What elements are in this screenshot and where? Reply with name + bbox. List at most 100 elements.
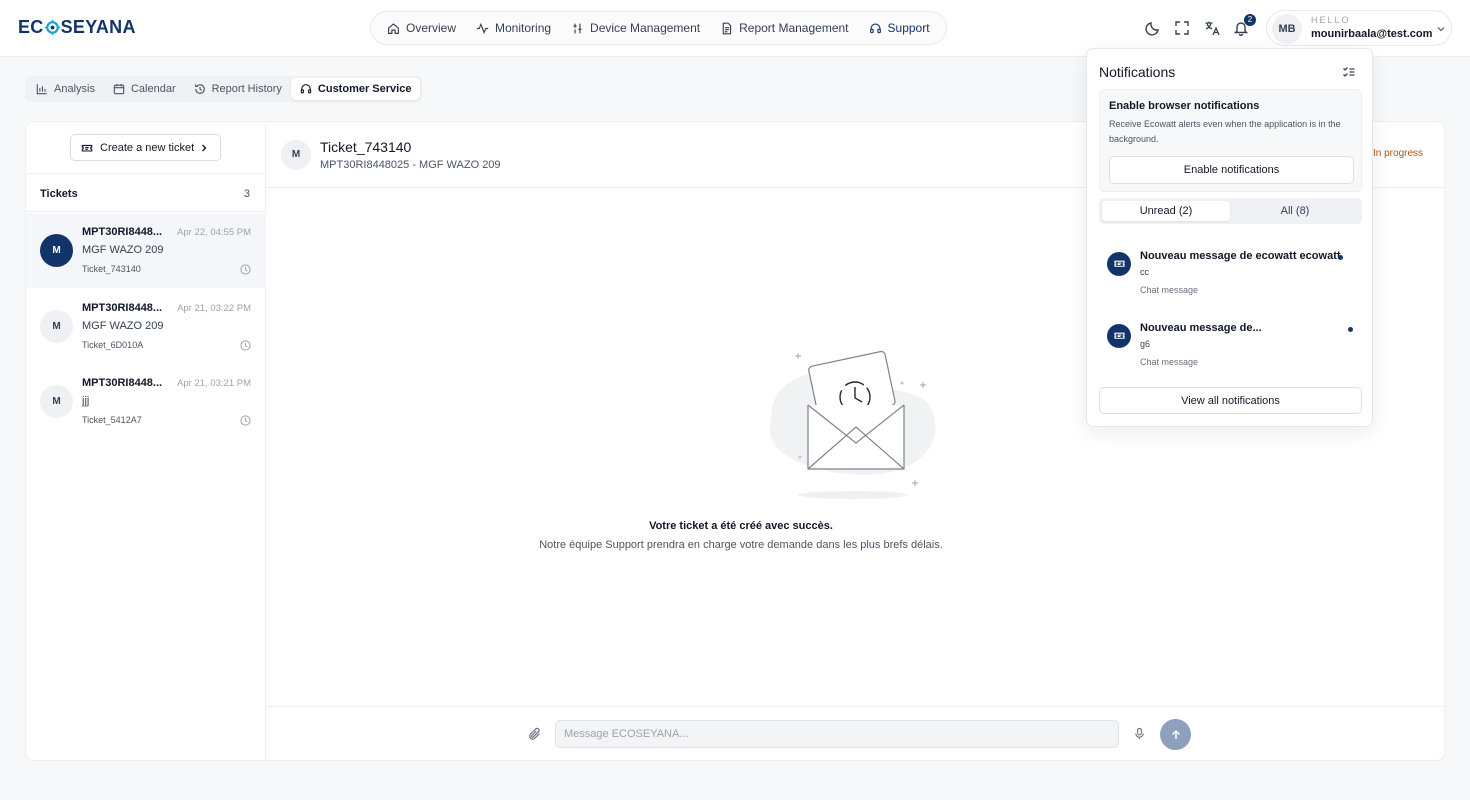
sub-tabs: Analysis Calendar Report History Custome…	[25, 76, 423, 102]
microphone-icon[interactable]	[1133, 727, 1146, 740]
view-all-notifications-button[interactable]: View all notifications	[1099, 387, 1362, 414]
send-button[interactable]	[1160, 719, 1191, 750]
avatar: MB	[1272, 14, 1302, 44]
empty-state-title: Votre ticket a été créé avec succès.	[649, 520, 833, 532]
user-email: mounirbaala@test.com	[1311, 28, 1433, 40]
nav-report-management[interactable]: Report Management	[710, 12, 858, 44]
nav-report-management-label: Report Management	[739, 21, 849, 35]
home-icon	[388, 22, 399, 34]
ticket-sidebar: Create a new ticket Tickets 3 M MPT30RI8…	[26, 122, 266, 760]
tab-calendar-label: Calendar	[130, 83, 176, 95]
unread-dot	[1338, 255, 1343, 260]
tab-customer-service-label: Customer Service	[317, 83, 412, 95]
ticket-row[interactable]: M MPT30RI8448... Apr 21, 03:22 PM MGF WA…	[26, 289, 266, 364]
ticket-row[interactable]: M MPT30RI8448... Apr 21, 03:21 PM jjj Ti…	[26, 364, 266, 439]
clock-icon	[240, 340, 251, 351]
enable-notifications-description: Receive Ecowatt alerts even when the app…	[1109, 119, 1341, 144]
nav-overview-label: Overview	[406, 21, 457, 35]
calendar-icon	[113, 83, 125, 95]
activity-icon	[476, 22, 489, 34]
notification-type: Chat message	[1140, 285, 1199, 295]
notification-title: Nouveau message de...	[1140, 322, 1262, 334]
history-icon	[194, 84, 205, 94]
moon-icon[interactable]	[1145, 20, 1161, 36]
message-input[interactable]	[555, 720, 1119, 748]
logo[interactable]: EC SEYANA	[18, 17, 136, 38]
ticket-date: Apr 21, 03:21 PM	[177, 378, 251, 389]
ticket-subject: MGF WAZO 209	[82, 320, 164, 332]
create-ticket-button[interactable]: Create a new ticket	[70, 134, 221, 161]
chevron-right-icon	[202, 144, 207, 152]
ticket-avatar: M	[40, 234, 73, 267]
bar-chart-icon	[36, 84, 47, 95]
document-icon	[722, 22, 732, 34]
avatar: M	[281, 140, 311, 170]
clock-icon	[240, 264, 251, 275]
notification-body: g6	[1140, 339, 1151, 349]
user-greeting: HELLO	[1311, 15, 1351, 25]
notifications-title: Notifications	[1099, 64, 1176, 80]
notification-title: Nouveau message de ecowatt ecowatt	[1140, 250, 1341, 262]
ticket-id: Ticket_5412A7	[82, 415, 142, 425]
nav-support-label: Support	[887, 21, 930, 35]
nav-monitoring[interactable]: Monitoring	[466, 12, 561, 44]
notification-item[interactable]: Nouveau message de ecowatt ecowatt cc Ch…	[1099, 246, 1362, 306]
ticket-subtitle: MPT30RI8448025 - MGF WAZO 209	[320, 159, 501, 171]
nav-device-management-label: Device Management	[590, 21, 701, 35]
create-ticket-label: Create a new ticket	[100, 141, 195, 154]
notification-badge: 2	[1244, 14, 1256, 26]
headset-icon	[300, 84, 312, 94]
notification-item[interactable]: Nouveau message de... g6 Chat message	[1099, 318, 1362, 378]
tab-calendar[interactable]: Calendar	[104, 78, 185, 100]
fullscreen-icon[interactable]	[1174, 20, 1190, 36]
ticket-title: Ticket_743140	[320, 139, 412, 155]
sidebar-divider	[26, 211, 266, 212]
headset-icon	[869, 22, 881, 33]
ticket-icon	[1107, 252, 1131, 276]
logo-gear-icon	[44, 20, 60, 35]
tab-report-history-label: Report History	[211, 83, 282, 95]
tab-report-history[interactable]: Report History	[185, 78, 291, 100]
enable-notifications-button[interactable]: Enable notifications	[1109, 156, 1354, 184]
ticket-date: Apr 22, 04:55 PM	[177, 227, 251, 238]
notification-body: cc	[1140, 267, 1149, 277]
sidebar-divider	[26, 173, 266, 174]
tab-unread[interactable]: Unread (2)	[1102, 201, 1230, 221]
tab-customer-service[interactable]: Customer Service	[290, 78, 421, 100]
device-icon	[573, 23, 582, 33]
tab-analysis-label: Analysis	[54, 83, 95, 95]
tab-all[interactable]: All (8)	[1231, 201, 1359, 221]
tickets-title: Tickets	[40, 188, 78, 200]
ticket-icon	[1107, 324, 1131, 348]
ticket-subject: jjj	[82, 395, 90, 407]
ticket-id: Ticket_743140	[82, 264, 141, 274]
ticket-avatar: M	[40, 385, 73, 418]
status-badge: In progress	[1373, 148, 1424, 159]
unread-dot	[1348, 327, 1353, 332]
notifications-panel: Notifications Enable browser notificatio…	[1086, 48, 1373, 427]
clock-icon	[240, 415, 251, 426]
logo-text-start: EC	[18, 17, 44, 37]
envelope-illustration-icon	[770, 350, 936, 499]
arrow-up-icon	[1171, 729, 1180, 739]
nav-support[interactable]: Support	[859, 12, 940, 44]
ticket-glyph-icon	[1113, 260, 1125, 267]
composer-divider	[265, 706, 1445, 707]
paperclip-icon[interactable]	[528, 727, 542, 741]
ticket-title: MPT30RI8448...	[82, 377, 163, 389]
ticket-icon	[81, 144, 93, 152]
tickets-count: 3	[243, 188, 250, 200]
empty-state-subtitle: Notre équipe Support prendra en charge v…	[539, 539, 943, 551]
ticket-glyph-icon	[1113, 332, 1125, 339]
ticket-title: MPT30RI8448...	[82, 302, 163, 314]
checklist-icon[interactable]	[1342, 65, 1356, 79]
tab-analysis[interactable]: Analysis	[27, 78, 104, 100]
user-menu[interactable]: MB HELLO mounirbaala@test.com	[1266, 10, 1452, 46]
ticket-row[interactable]: M MPT30RI8448... Apr 22, 04:55 PM MGF WA…	[26, 213, 266, 288]
nav-monitoring-label: Monitoring	[495, 21, 552, 35]
nav-device-management[interactable]: Device Management	[561, 12, 710, 44]
ticket-id: Ticket_6D010A	[82, 340, 144, 350]
nav-overview[interactable]: Overview	[377, 12, 466, 44]
translate-icon[interactable]	[1204, 20, 1220, 36]
notification-type: Chat message	[1140, 357, 1199, 367]
